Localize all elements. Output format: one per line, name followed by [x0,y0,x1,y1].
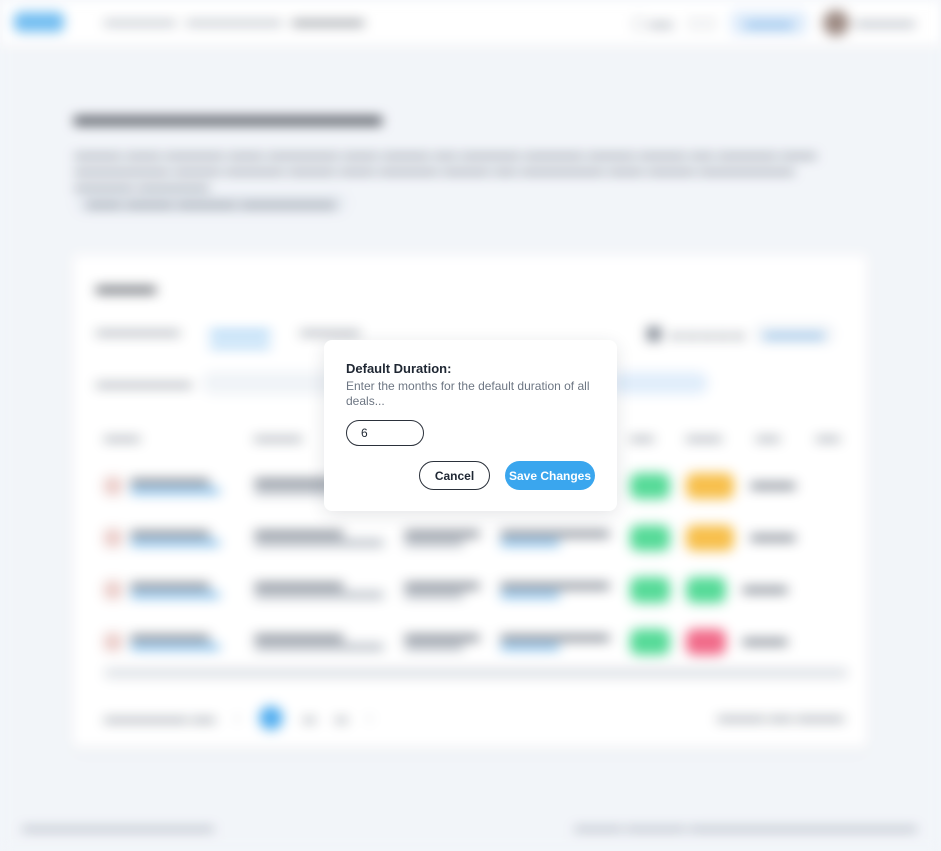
dialog-description: Enter the months for the default duratio… [346,379,590,408]
cancel-button[interactable]: Cancel [419,461,490,490]
dialog-title: Default Duration: [346,361,452,376]
save-changes-button[interactable]: Save Changes [505,461,595,490]
default-duration-dialog: Default Duration: Enter the months for t… [324,340,617,511]
default-duration-input[interactable] [346,420,424,446]
